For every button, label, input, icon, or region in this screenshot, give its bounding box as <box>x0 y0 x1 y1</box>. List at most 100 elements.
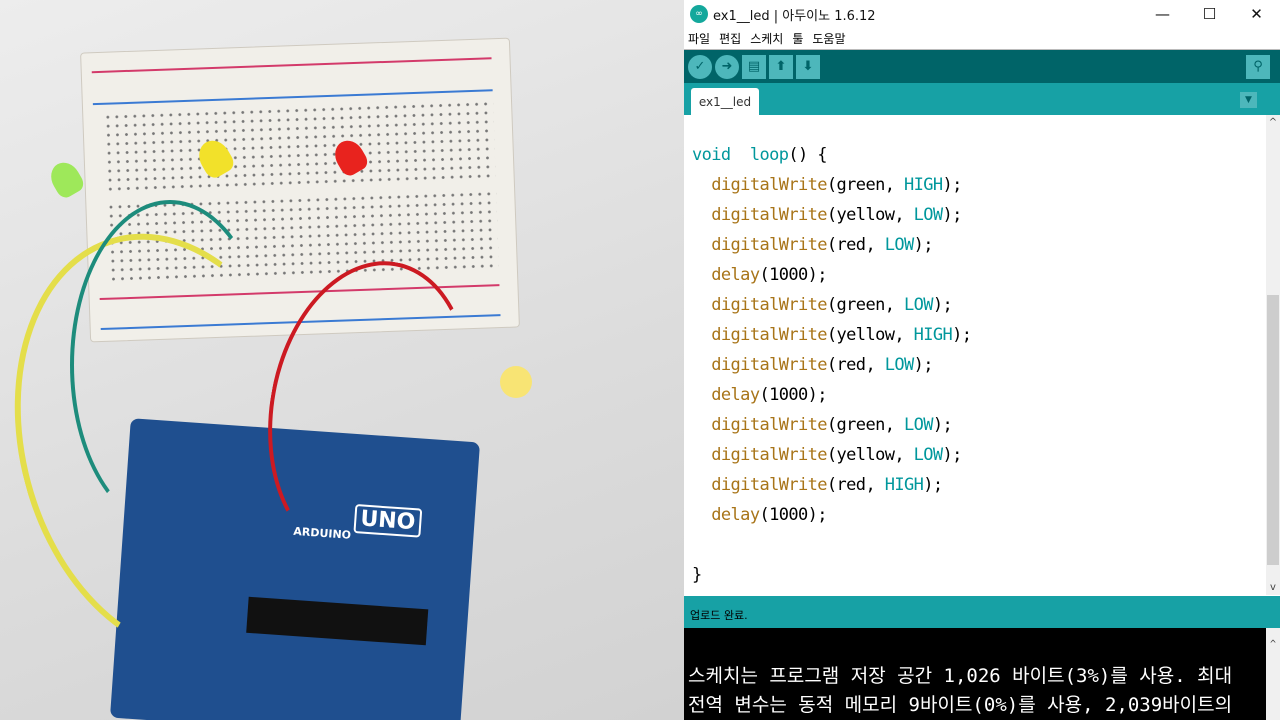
menu-edit[interactable]: 편집 <box>719 30 741 47</box>
code-line[interactable]: digitalWrite(red, HIGH); <box>692 470 971 500</box>
menu-tools[interactable]: 툴 <box>792 30 803 47</box>
minimize-button[interactable]: — <box>1139 5 1186 23</box>
teal-wire <box>70 200 270 530</box>
toolbar: ✓ ➜ ▤ ⬆ ⬇ ⚲ <box>684 50 1280 83</box>
code-token: ); <box>913 355 934 375</box>
maximize-button[interactable]: ☐ <box>1186 5 1233 23</box>
close-button[interactable]: ✕ <box>1233 5 1280 23</box>
code-token: digitalWrite <box>711 475 827 495</box>
code-token: digitalWrite <box>711 325 827 345</box>
cursor-highlight <box>500 366 532 398</box>
console-line: 스케치는 프로그램 저장 공간 1,026 바이트(3%)를 사용. 최대 <box>688 665 1233 687</box>
scrollbar-thumb[interactable] <box>1267 295 1279 565</box>
code-line[interactable]: void loop() { <box>692 140 971 170</box>
scroll-up-icon[interactable]: ^ <box>1266 117 1280 128</box>
code-token: (green, <box>826 415 904 435</box>
led-green <box>45 157 87 201</box>
code-line[interactable]: digitalWrite(green, LOW); <box>692 410 971 440</box>
code-line[interactable]: digitalWrite(red, LOW); <box>692 230 971 260</box>
code-token: LOW <box>904 415 934 435</box>
code-line[interactable]: delay(1000); <box>692 500 971 530</box>
new-button[interactable]: ▤ <box>742 54 766 79</box>
console-line: 전역 변수는 동적 메모리 9바이트(0%)를 사용, 2,039바이트의 <box>688 694 1233 716</box>
scroll-down-icon[interactable]: v <box>1266 582 1280 593</box>
code-line[interactable]: delay(1000); <box>692 260 971 290</box>
video-photo-arduino-circuit: ARDUINO UNO <box>0 0 684 720</box>
menu-help[interactable]: 도움말 <box>812 30 845 47</box>
status-bar: 업로드 완료. <box>684 596 1280 628</box>
code-token: HIGH <box>884 475 924 495</box>
tab-bar: ex1__led ▼ <box>684 83 1280 115</box>
code-line[interactable]: delay(1000); <box>692 380 971 410</box>
code-token: (red, <box>826 235 885 255</box>
console-output: 스케치는 프로그램 저장 공간 1,026 바이트(3%)를 사용. 최대 전역… <box>684 628 1280 720</box>
tab-menu-dropdown-icon[interactable]: ▼ <box>1240 92 1257 108</box>
code-token: (yellow, <box>826 445 914 465</box>
code-token: } <box>692 565 702 585</box>
code-line[interactable] <box>692 530 971 560</box>
menu-file[interactable]: 파일 <box>688 30 710 47</box>
code-line[interactable]: } <box>692 560 971 590</box>
code-token: loop <box>749 145 789 165</box>
code-token: ); <box>913 235 934 255</box>
scroll-up-icon[interactable]: ^ <box>1266 630 1280 659</box>
code-token: LOW <box>913 445 944 465</box>
save-button[interactable]: ⬇ <box>796 54 820 79</box>
code-token: LOW <box>904 295 934 315</box>
code-token: ); <box>932 295 953 315</box>
code-token: ); <box>942 445 963 465</box>
code-line[interactable]: digitalWrite(yellow, LOW); <box>692 440 971 470</box>
code-token: HIGH <box>904 175 943 195</box>
code-token: digitalWrite <box>711 415 827 435</box>
code-line[interactable]: digitalWrite(yellow, LOW); <box>692 200 971 230</box>
code-line[interactable]: digitalWrite(yellow, HIGH); <box>692 320 972 350</box>
code-token: ); <box>942 175 963 195</box>
code-line[interactable]: digitalWrite(red, LOW); <box>692 350 971 380</box>
code-token: HIGH <box>913 325 953 345</box>
code-token: void <box>692 145 731 165</box>
code-token: LOW <box>913 205 944 225</box>
code-token: digitalWrite <box>711 445 827 465</box>
verify-button[interactable]: ✓ <box>688 54 712 79</box>
code-token: (yellow, <box>826 325 914 345</box>
code-editor[interactable]: void loop() { digitalWrite(green, HIGH);… <box>684 115 1280 595</box>
code-token: (1000); <box>759 265 827 285</box>
open-button[interactable]: ⬆ <box>769 54 793 79</box>
menu-sketch[interactable]: 스케치 <box>750 30 783 47</box>
code-token: ); <box>923 475 943 495</box>
editor-scrollbar[interactable]: ^ v <box>1266 115 1280 595</box>
code-line[interactable]: digitalWrite(green, HIGH); <box>692 170 971 200</box>
title-bar: ∞ ex1__led | 아두이노 1.6.12 — ☐ ✕ <box>684 0 1280 28</box>
code-token: digitalWrite <box>711 175 827 195</box>
serial-monitor-button[interactable]: ⚲ <box>1246 54 1270 79</box>
code-text[interactable]: void loop() { digitalWrite(green, HIGH);… <box>692 140 972 590</box>
code-token: (red, <box>826 475 885 495</box>
tab-ex1-led[interactable]: ex1__led <box>691 88 759 115</box>
window-title: ex1__led | 아두이노 1.6.12 <box>713 8 876 24</box>
console-scrollbar[interactable]: ^ <box>1266 628 1280 720</box>
code-token: digitalWrite <box>711 205 827 225</box>
code-token: LOW <box>884 355 915 375</box>
code-token: ); <box>932 415 953 435</box>
code-token: (red, <box>826 355 885 375</box>
code-token: (1000); <box>759 505 827 525</box>
code-token: delay <box>711 385 760 405</box>
code-token: LOW <box>884 235 915 255</box>
arduino-logo-icon: ∞ <box>690 5 708 23</box>
code-line[interactable]: digitalWrite(green, LOW); <box>692 290 971 320</box>
code-token: digitalWrite <box>711 295 827 315</box>
code-token: ); <box>952 325 972 345</box>
upload-button[interactable]: ➜ <box>715 54 739 79</box>
code-token: digitalWrite <box>711 355 827 375</box>
